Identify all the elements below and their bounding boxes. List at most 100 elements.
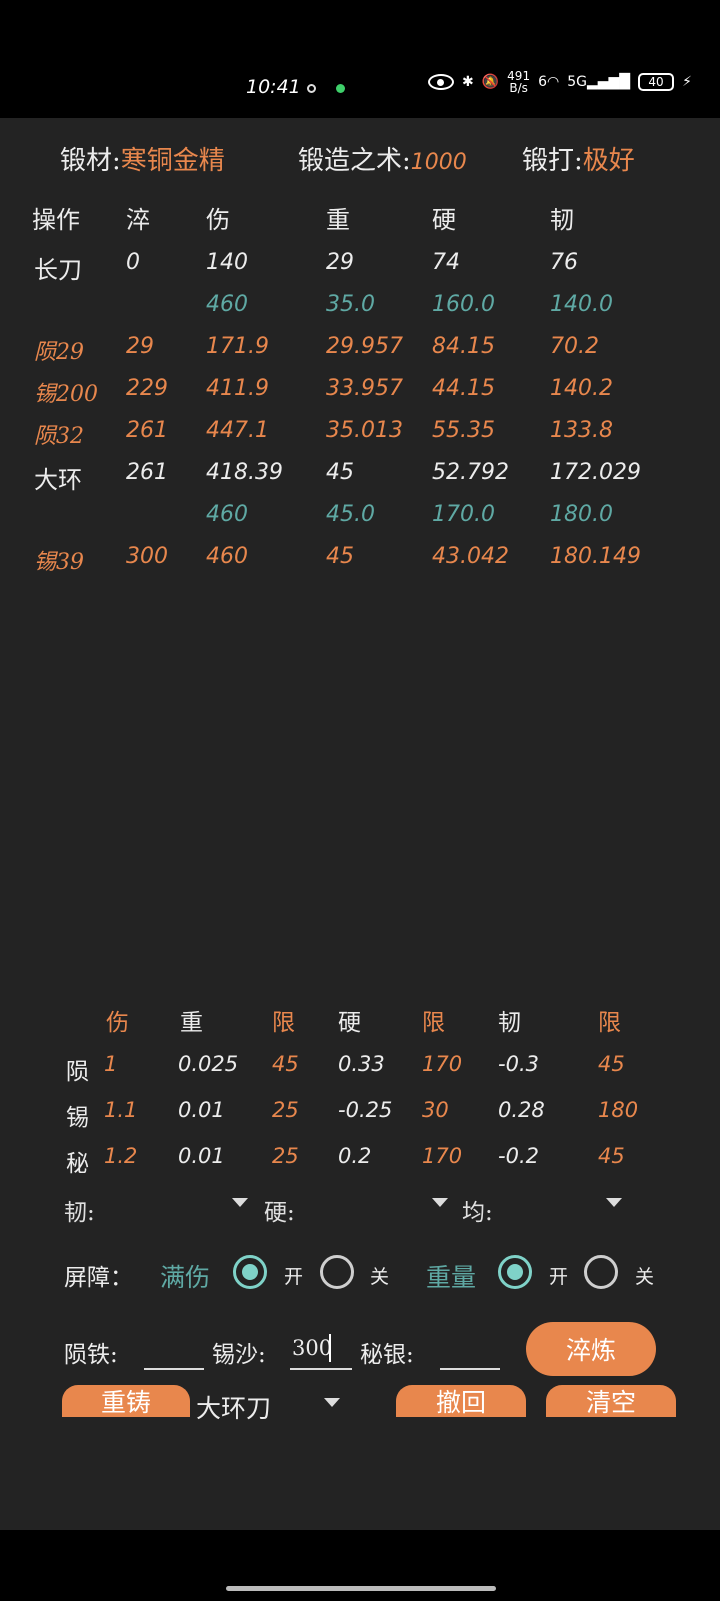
coefficient-cell: 1.1: [104, 1098, 138, 1122]
table-cell: 171.9: [206, 334, 269, 359]
material-value: 寒铜金精: [120, 146, 225, 176]
even-dropdown-label: 均:: [462, 1200, 493, 1226]
coefficient-cell: 45: [598, 1144, 625, 1168]
weapon-select[interactable]: 大环刀: [196, 1389, 271, 1425]
table-cell: 172.029: [550, 460, 641, 485]
skill-value: 1000: [410, 150, 467, 175]
coefficient-cell: 1.2: [104, 1144, 138, 1168]
hard-dropdown-arrow-icon[interactable]: [432, 1198, 448, 1207]
table-cell: 锡39: [34, 550, 84, 575]
clock: 10:41: [246, 76, 301, 98]
table-cell: 锡200: [34, 382, 98, 407]
notification-icon: [307, 84, 316, 93]
coefficient-cell: 0.025: [178, 1052, 239, 1076]
table-cell: 140.0: [550, 292, 613, 317]
coefficient-row: 陨 1 0.025 45 0.33 170 -0.3 45: [0, 1052, 720, 1092]
table-cell: 133.8: [550, 418, 613, 443]
clear-button[interactable]: 清空: [546, 1385, 676, 1417]
coefficient-cell: 170: [422, 1052, 463, 1076]
full-damage-off-radio[interactable]: [320, 1255, 354, 1289]
table-cell: 29: [126, 334, 154, 359]
coefficient-cell: 0.01: [178, 1144, 225, 1168]
home-gesture-bar[interactable]: [226, 1586, 496, 1591]
table-cell: 52.792: [432, 460, 509, 485]
table-cell: 180.149: [550, 544, 641, 569]
eye-icon: [428, 74, 454, 90]
full-damage-on-radio[interactable]: [233, 1255, 267, 1289]
bluetooth-icon: ✱: [462, 74, 474, 90]
table-row: 锡200 229 411.9 33.957 44.15 140.2: [0, 376, 720, 416]
tough-dropdown-arrow-icon[interactable]: [232, 1198, 248, 1207]
coefficient-row: 秘 1.2 0.01 25 0.2 170 -0.2 45: [0, 1144, 720, 1184]
net-speed: 491 B/s: [507, 69, 531, 95]
table-cell: 70.2: [550, 334, 599, 359]
coefficient-cell: 180: [598, 1098, 639, 1122]
full-damage-label: 满伤: [160, 1263, 211, 1292]
coefficient-row-name: 陨: [66, 1059, 89, 1085]
coefficient-cell: 1: [104, 1052, 118, 1076]
tin-input-underline: [290, 1368, 352, 1370]
weapon-select-arrow-icon[interactable]: [324, 1398, 340, 1407]
table-cell: 411.9: [206, 376, 269, 401]
coefficient-cell: 25: [272, 1098, 299, 1122]
wifi-icon: 6◠: [538, 74, 560, 90]
coefficient-cell: 30: [422, 1098, 449, 1122]
table-cell: 460: [206, 544, 248, 569]
tough-dropdown-label: 韧:: [64, 1200, 95, 1226]
table-cell: 460: [206, 502, 248, 527]
coefficient-cell: -0.3: [498, 1052, 539, 1076]
table-cell: 76: [550, 250, 578, 275]
even-dropdown-arrow-icon[interactable]: [606, 1198, 622, 1207]
table-row: 陨29 29 171.9 29.957 84.15 70.2: [0, 334, 720, 374]
table-cell: 160.0: [432, 292, 495, 317]
table-cell: 140.2: [550, 376, 613, 401]
table-cell: 460: [206, 292, 248, 317]
silver-input-underline: [440, 1368, 500, 1370]
coefficient-cell: 0.33: [338, 1052, 385, 1076]
recast-button[interactable]: 重铸: [62, 1385, 190, 1417]
coefficient-row-name: 锡: [66, 1105, 89, 1131]
tin-input-label: 锡沙:: [212, 1342, 266, 1368]
table-cell: 长刀: [34, 256, 82, 284]
table-cell: 55.35: [432, 418, 495, 443]
table-cell: 140: [206, 250, 248, 275]
table-cell: 261: [126, 418, 168, 443]
table-header: 操作 淬 伤 重 硬 韧: [32, 206, 574, 234]
coefficient-cell: 45: [598, 1052, 625, 1076]
tin-input[interactable]: 300: [292, 1336, 332, 1360]
table-cell: 45: [326, 544, 354, 569]
table-cell: 29: [326, 250, 354, 275]
table-cell: 0: [126, 250, 140, 275]
table-cell: 447.1: [206, 418, 269, 443]
table-cell: 261: [126, 460, 168, 485]
table-cell: 35.0: [326, 292, 375, 317]
table-cell: 陨29: [34, 340, 84, 365]
table-cell: 33.957: [326, 376, 403, 401]
weight-on-radio[interactable]: [498, 1255, 532, 1289]
table-cell: 418.39: [206, 460, 283, 485]
table-cell: 43.042: [432, 544, 509, 569]
coefficient-cell: 170: [422, 1144, 463, 1168]
weight-label: 重量: [426, 1263, 477, 1292]
coefficient-row: 锡 1.1 0.01 25 -0.25 30 0.28 180: [0, 1098, 720, 1138]
table-cell: 45.0: [326, 502, 375, 527]
hard-dropdown-label: 硬:: [264, 1200, 295, 1226]
material-info: 锻材:寒铜金精: [60, 146, 225, 176]
forge-value: 极好: [582, 146, 635, 176]
coefficient-header: 伤 重 限 硬 限 韧 限: [106, 1010, 621, 1036]
quench-button[interactable]: 淬炼: [526, 1322, 656, 1376]
table-cell: 74: [432, 250, 460, 275]
coefficient-cell: 45: [272, 1052, 299, 1076]
battery-icon: 40: [638, 73, 675, 91]
status-icons: ✱ 🔕 491 B/s 6◠ 5G▂▄▆█ 40 ⚡: [428, 70, 692, 94]
meteor-input-underline: [144, 1368, 204, 1370]
coefficient-row-name: 秘: [66, 1151, 89, 1177]
undo-button[interactable]: 撤回: [396, 1385, 526, 1417]
weight-off-radio[interactable]: [584, 1255, 618, 1289]
forge-info: 锻打:极好: [522, 146, 635, 176]
coefficient-cell: 25: [272, 1144, 299, 1168]
table-row: 460 45.0 170.0 180.0: [0, 502, 720, 542]
table-cell: 29.957: [326, 334, 403, 359]
text-cursor: [329, 1334, 331, 1362]
table-row: 陨32 261 447.1 35.013 55.35 133.8: [0, 418, 720, 458]
